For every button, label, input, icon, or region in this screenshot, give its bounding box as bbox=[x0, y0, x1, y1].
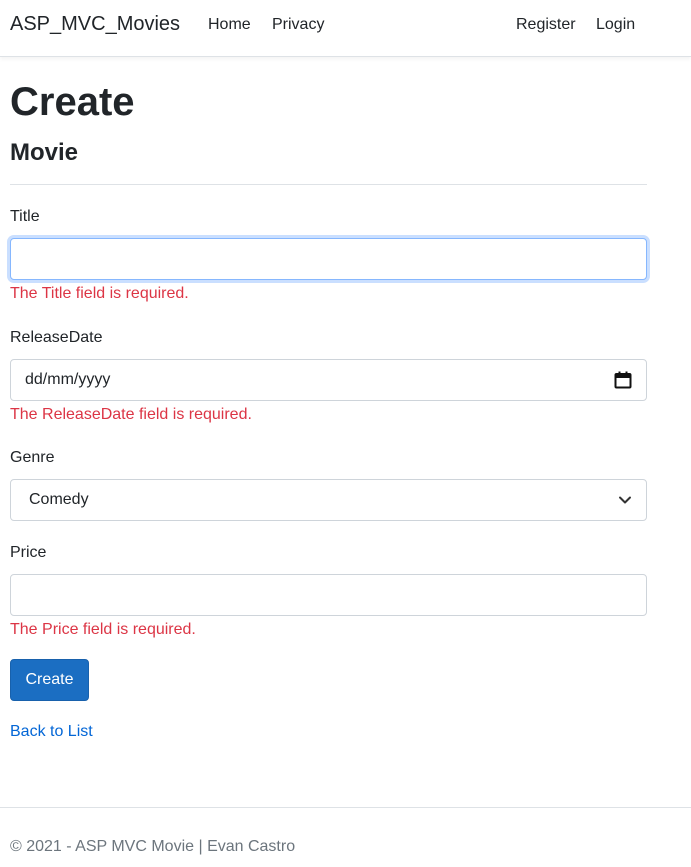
divider bbox=[10, 184, 647, 185]
title-input[interactable] bbox=[10, 238, 647, 280]
nav-privacy-link[interactable]: Privacy bbox=[272, 16, 324, 34]
price-label: Price bbox=[10, 544, 47, 561]
release-date-error: The ReleaseDate field is required. bbox=[10, 406, 252, 423]
calendar-icon[interactable] bbox=[614, 371, 632, 389]
price-error: The Price field is required. bbox=[10, 621, 196, 638]
footer-text: © 2021 - ASP MVC Movie | Evan Castro bbox=[10, 838, 296, 855]
back-to-list-link[interactable]: Back to List bbox=[10, 723, 93, 741]
release-date-label: ReleaseDate bbox=[10, 329, 103, 346]
nav-register-link[interactable]: Register bbox=[516, 16, 576, 34]
nav-login-link[interactable]: Login bbox=[596, 16, 635, 34]
create-button[interactable]: Create bbox=[10, 659, 89, 701]
chevron-down-icon bbox=[618, 493, 632, 507]
genre-label: Genre bbox=[10, 449, 55, 466]
genre-select[interactable]: Comedy bbox=[10, 479, 647, 521]
price-input[interactable] bbox=[10, 574, 647, 616]
page-title: Create bbox=[10, 80, 135, 124]
release-date-placeholder: dd/mm/yyyy bbox=[25, 371, 111, 388]
release-date-input[interactable]: dd/mm/yyyy bbox=[10, 359, 647, 401]
top-navbar: ASP_MVC_Movies Home Privacy Register Log… bbox=[0, 0, 691, 57]
genre-selected-value: Comedy bbox=[29, 491, 89, 508]
brand-link[interactable]: ASP_MVC_Movies bbox=[10, 13, 180, 36]
page-subtitle: Movie bbox=[10, 139, 79, 166]
title-label: Title bbox=[10, 208, 40, 225]
footer-divider bbox=[0, 807, 691, 808]
title-error: The Title field is required. bbox=[10, 285, 189, 302]
nav-home-link[interactable]: Home bbox=[208, 16, 251, 34]
